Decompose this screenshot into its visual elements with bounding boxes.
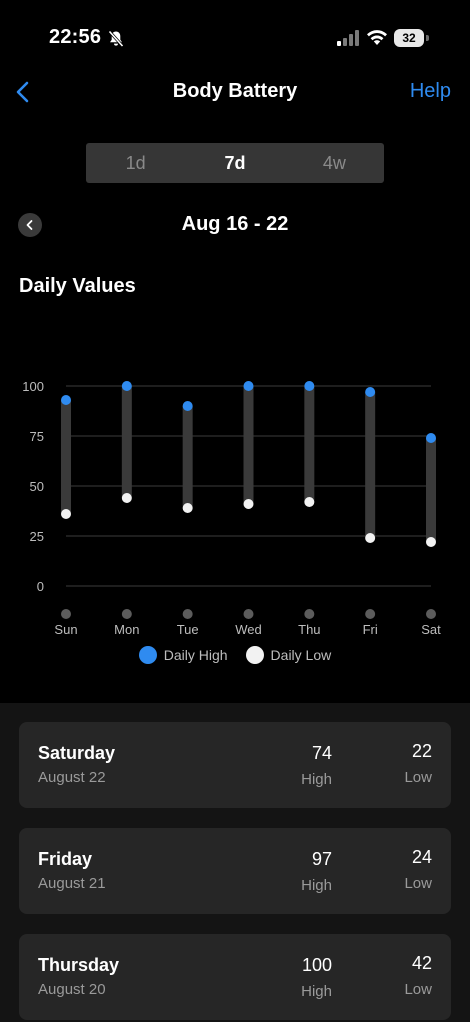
day-marker <box>365 609 376 619</box>
section-title: Daily Values <box>19 275 136 297</box>
page-title: Body Battery <box>172 80 298 102</box>
x-tick-label: Wed <box>235 622 262 637</box>
day-name: Saturday <box>38 743 116 763</box>
legend-high-swatch <box>138 646 157 664</box>
low-point <box>243 499 254 509</box>
low-value: 42 <box>411 953 432 973</box>
high-label: High <box>301 983 332 1000</box>
range-bar <box>182 406 193 508</box>
high-point <box>365 387 376 397</box>
high-label: High <box>301 771 332 788</box>
high-value: 97 <box>311 849 332 869</box>
low-label: Low <box>404 875 432 892</box>
legend-high-label: Daily High <box>163 647 228 663</box>
day-marker <box>426 609 436 619</box>
x-tick-label: Tue <box>177 622 199 637</box>
day-date: August 22 <box>38 769 106 786</box>
daily-list: Saturday August 22 74 High 22 Low Friday… <box>0 703 470 1022</box>
day-card[interactable]: Friday August 21 97 High 24 Low <box>19 828 451 914</box>
status-bar: 22:56 32 <box>0 0 470 70</box>
legend-item-low: Daily Low <box>245 646 332 664</box>
date-range-label: Aug 16 - 22 <box>181 213 289 235</box>
status-time: 22:56 <box>49 26 102 48</box>
tab-7d[interactable]: 7d <box>185 143 284 183</box>
high-point <box>243 381 254 391</box>
day-name: Thursday <box>38 955 120 975</box>
help-button[interactable]: Help <box>410 80 451 103</box>
day-marker <box>182 609 193 619</box>
range-bar <box>365 392 376 538</box>
high-value: 74 <box>311 743 332 763</box>
y-tick-label: 0 <box>37 579 44 594</box>
tab-4w[interactable]: 4w <box>285 143 384 183</box>
legend-low-swatch <box>245 646 264 664</box>
low-point <box>61 509 71 519</box>
x-tick-label: Thu <box>298 622 320 637</box>
period-selector: 1d 7d 4w <box>86 143 384 183</box>
high-point <box>61 395 71 405</box>
chart-legend: Daily High Daily Low <box>0 646 470 664</box>
battery-level: 32 <box>394 29 424 47</box>
low-value: 24 <box>411 847 432 867</box>
high-point <box>426 433 436 443</box>
battery-nub <box>426 35 429 41</box>
day-marker <box>243 609 254 619</box>
day-card[interactable]: Saturday August 22 74 High 22 Low <box>19 722 451 808</box>
battery-icon: 32 <box>394 29 430 47</box>
nav-bar: Body Battery Help <box>0 70 470 114</box>
high-label: High <box>301 877 332 894</box>
low-point <box>365 533 376 543</box>
date-navigator: Aug 16 - 22 <box>0 210 470 240</box>
high-value: 100 <box>301 955 332 975</box>
day-date: August 20 <box>38 981 106 998</box>
range-bar <box>243 386 254 504</box>
legend-item-high: Daily High <box>138 646 228 664</box>
x-tick-label: Sat <box>421 622 441 637</box>
y-tick-label: 100 <box>22 379 44 394</box>
day-name: Friday <box>38 849 93 869</box>
day-date: August 21 <box>38 875 106 892</box>
cellular-signal-icon <box>337 30 359 51</box>
y-tick-label: 50 <box>30 479 44 494</box>
low-point <box>304 497 315 507</box>
range-bar <box>61 400 71 514</box>
wifi-icon <box>366 28 388 51</box>
low-point <box>182 503 193 513</box>
range-bar <box>121 386 132 498</box>
day-card[interactable]: Thursday August 20 100 High 42 Low <box>19 934 451 1020</box>
x-tick-label: Mon <box>114 622 139 637</box>
range-bar <box>426 438 436 542</box>
tab-1d[interactable]: 1d <box>86 143 185 183</box>
day-marker <box>121 609 132 619</box>
bell-muted-icon <box>108 30 124 53</box>
legend-low-label: Daily Low <box>270 647 332 663</box>
low-point <box>121 493 132 503</box>
high-point <box>304 381 315 391</box>
y-tick-label: 25 <box>30 529 44 544</box>
x-tick-label: Fri <box>363 622 378 637</box>
low-label: Low <box>404 769 432 786</box>
body-battery-chart: 100 75 50 25 0 Sun Mon Tue Wed Thu Fri Sat <box>22 379 441 637</box>
range-bar <box>304 386 315 502</box>
high-point <box>182 401 193 411</box>
high-point <box>121 381 132 391</box>
day-marker <box>304 609 315 619</box>
low-value: 22 <box>411 741 432 761</box>
y-tick-label: 75 <box>30 429 44 444</box>
low-label: Low <box>404 981 432 998</box>
low-point <box>426 537 436 547</box>
x-tick-label: Sun <box>54 622 77 637</box>
day-marker <box>61 609 71 619</box>
